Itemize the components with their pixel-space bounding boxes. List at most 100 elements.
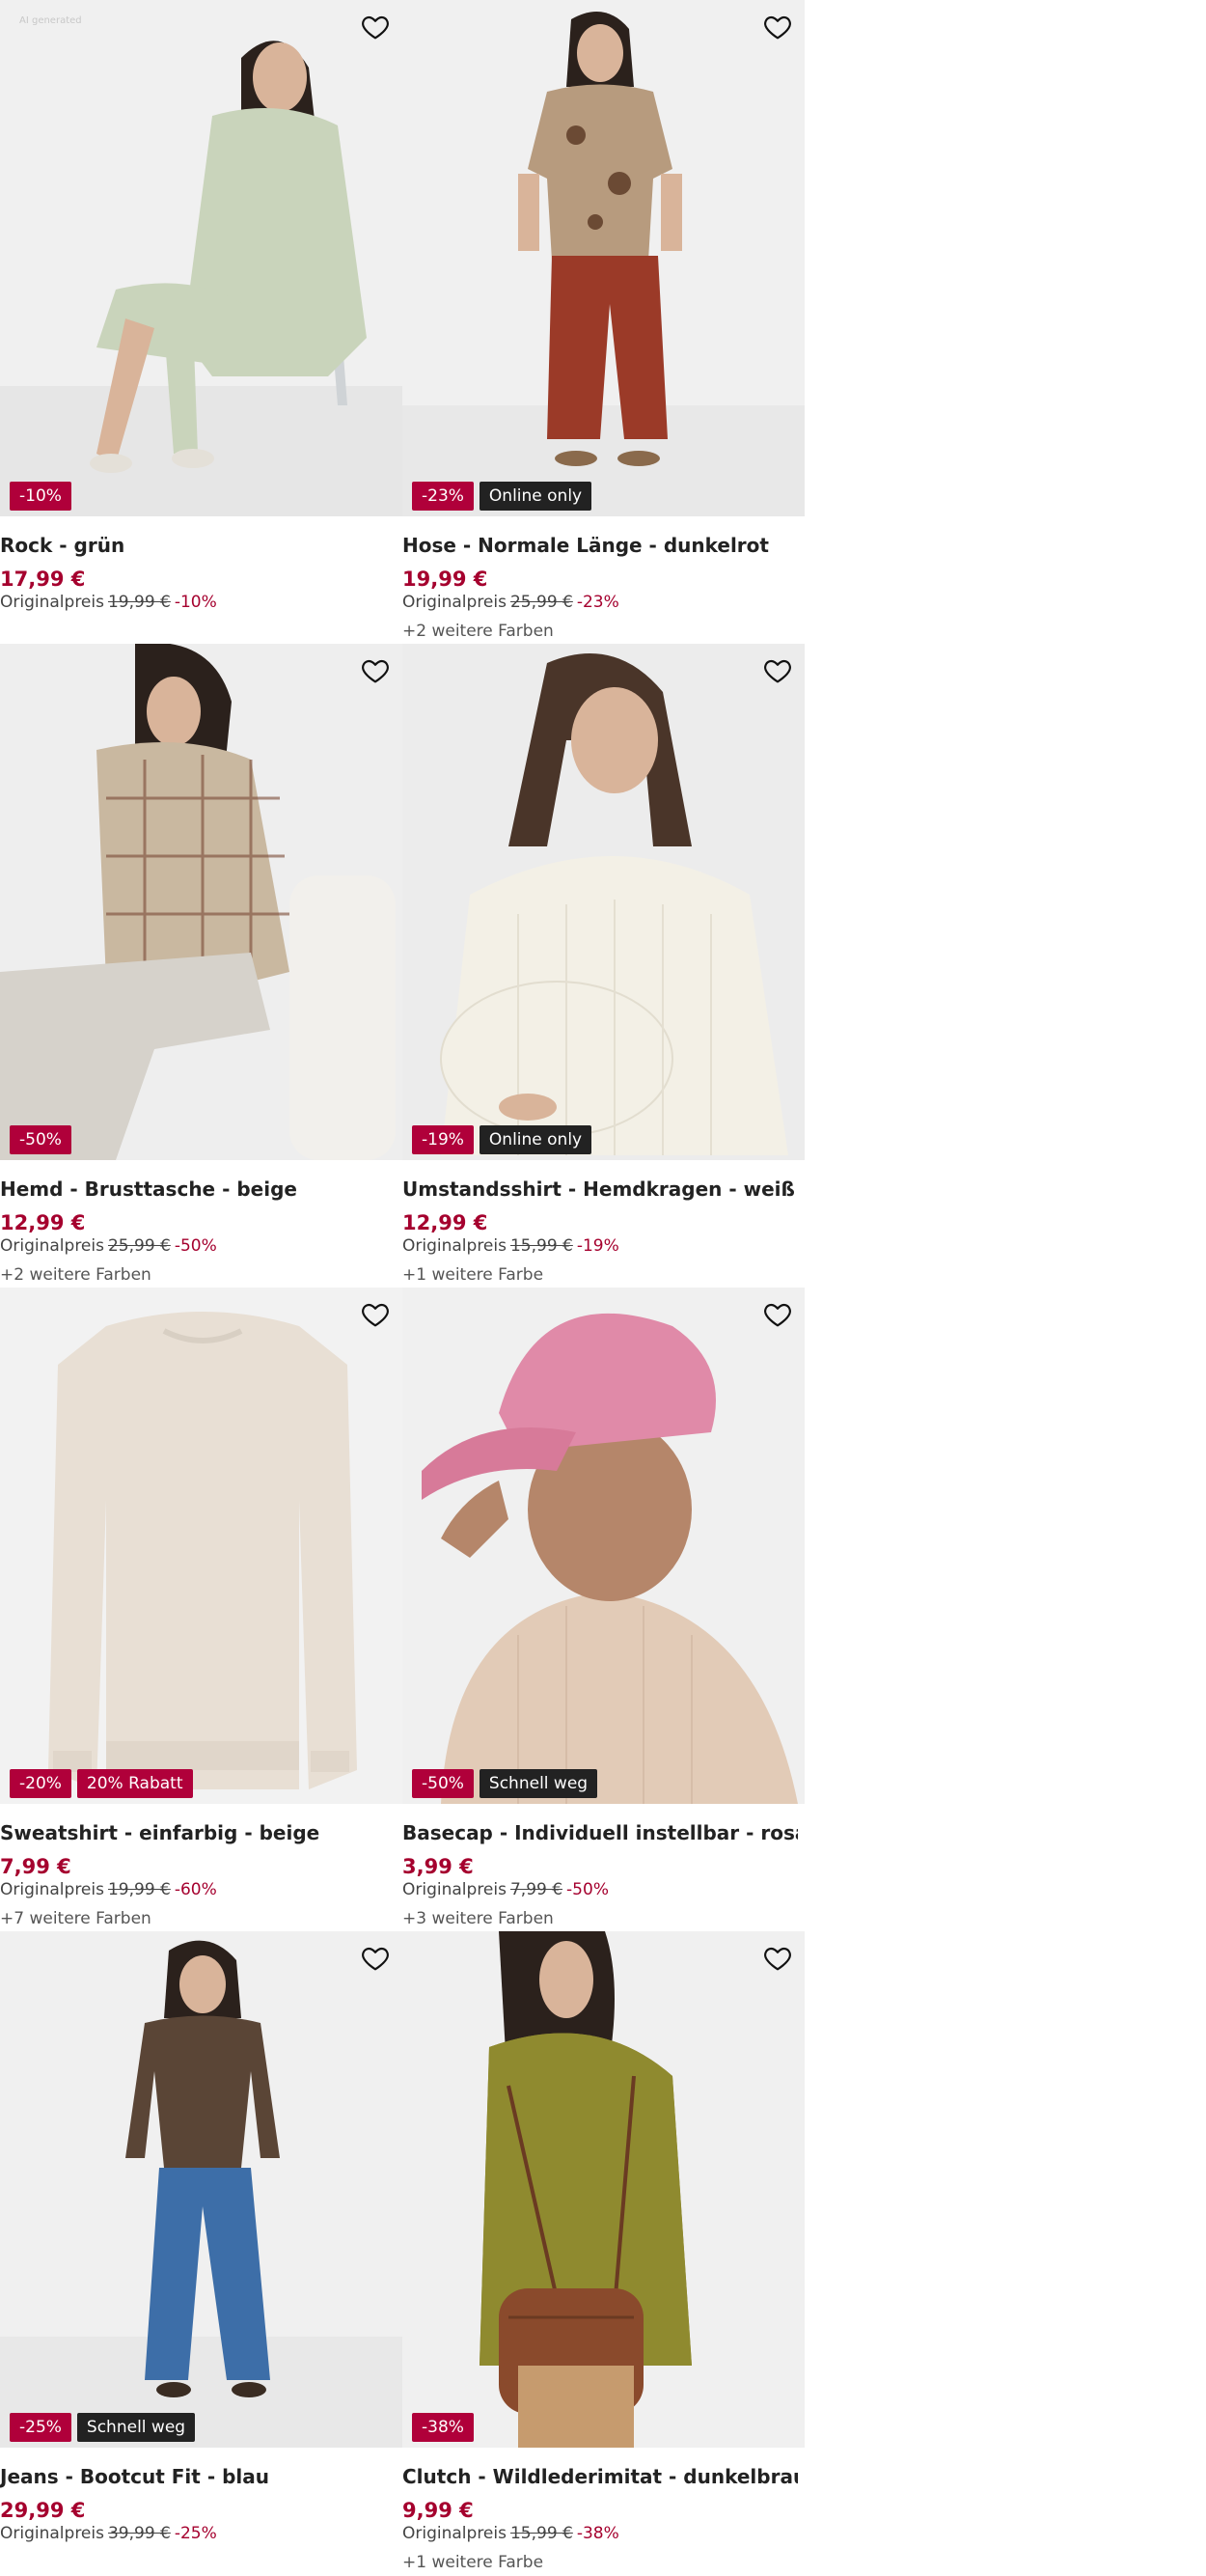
wishlist-heart-icon[interactable]	[760, 1941, 795, 1976]
promo-badge: 20% Rabatt	[76, 1769, 193, 1798]
wishlist-heart-icon[interactable]	[358, 1941, 393, 1976]
discount-percent: -60%	[174, 1880, 217, 1899]
more-colors-link[interactable]: +2 weitere Farben	[402, 622, 554, 641]
product-photo	[0, 1940, 402, 2448]
product-image[interactable]: AI generated -10%	[0, 0, 402, 516]
discount-percent: -38%	[576, 2524, 619, 2543]
product-card[interactable]: -50% Hemd - Brusttasche - beige 12,99 € Ori…	[0, 644, 402, 1288]
discount-badge: -50%	[412, 1769, 474, 1798]
original-price-line: Originalpreis 15,99 € -38%	[402, 2524, 619, 2543]
product-card[interactable]: -50% Schnell weg Basecap - Individuell ins…	[402, 1288, 805, 1931]
badge-row: -10%	[10, 482, 71, 511]
info-badge: Online only	[479, 1125, 592, 1154]
product-price: 12,99 €	[0, 1211, 86, 1234]
original-price-value: 7,99 €	[509, 1880, 563, 1899]
original-price-line: Originalpreis 7,99 € -50%	[402, 1880, 609, 1899]
original-price-value: 25,99 €	[509, 593, 573, 612]
discount-percent: -25%	[174, 2524, 217, 2543]
original-price-label: Originalpreis	[402, 593, 507, 612]
wishlist-heart-icon[interactable]	[760, 1297, 795, 1332]
original-price-line: Originalpreis 15,99 € -19%	[402, 1236, 619, 1256]
product-price: 12,99 €	[402, 1211, 488, 1234]
badge-row: -50%	[10, 1125, 71, 1154]
product-title[interactable]: Sweatshirt - einfarbig - beige	[0, 1821, 396, 1844]
more-colors-link[interactable]: +7 weitere Farben	[0, 1909, 151, 1928]
badge-row: -20% 20% Rabatt	[10, 1769, 193, 1798]
product-card[interactable]: AI generated -10% Rock - grün 17,99 € Origin…	[0, 0, 402, 644]
discount-badge: -38%	[412, 2413, 474, 2442]
info-badge: Schnell weg	[479, 1769, 598, 1798]
product-image[interactable]: -20% 20% Rabatt	[0, 1288, 402, 1804]
badge-row: -23% Online only	[412, 482, 592, 511]
product-price: 3,99 €	[402, 1855, 474, 1878]
discount-percent: -19%	[576, 1236, 619, 1256]
product-photo	[422, 1313, 798, 1804]
discount-badge: -19%	[412, 1125, 474, 1154]
badge-row: -19% Online only	[412, 1125, 592, 1154]
product-image[interactable]: -19% Online only	[402, 644, 805, 1160]
product-photo	[48, 1312, 357, 1789]
original-price-line: Originalpreis 39,99 € -25%	[0, 2524, 217, 2543]
product-card[interactable]: -25% Schnell weg Jeans - Bootcut Fit - bla…	[0, 1931, 402, 2575]
discount-badge: -10%	[10, 482, 71, 511]
product-title[interactable]: Hose - Normale Länge - dunkelrot	[402, 534, 798, 557]
wishlist-heart-icon[interactable]	[760, 653, 795, 688]
discount-badge: -20%	[10, 1769, 71, 1798]
badge-row: -38%	[412, 2413, 474, 2442]
product-price: 29,99 €	[0, 2499, 86, 2522]
original-price-value: 15,99 €	[509, 2524, 573, 2543]
discount-percent: -50%	[174, 1236, 217, 1256]
badge-row: -25% Schnell weg	[10, 2413, 196, 2442]
original-price-line: Originalpreis 25,99 € -50%	[0, 1236, 217, 1256]
wishlist-heart-icon[interactable]	[358, 1297, 393, 1332]
original-price-line: Originalpreis 25,99 € -23%	[402, 593, 619, 612]
product-price: 7,99 €	[0, 1855, 71, 1878]
product-image[interactable]: -50% Schnell weg	[402, 1288, 805, 1804]
discount-badge: -50%	[10, 1125, 71, 1154]
product-price: 19,99 €	[402, 568, 488, 591]
product-photo	[0, 41, 402, 516]
wishlist-heart-icon[interactable]	[760, 10, 795, 44]
original-price-label: Originalpreis	[0, 2524, 104, 2543]
product-title[interactable]: Basecap - Individuell instellbar - rosa	[402, 1821, 798, 1844]
discount-percent: -50%	[566, 1880, 609, 1899]
product-title[interactable]: Hemd - Brusttasche - beige	[0, 1177, 396, 1201]
original-price-label: Originalpreis	[0, 1880, 104, 1899]
product-title[interactable]: Jeans - Bootcut Fit - blau	[0, 2465, 396, 2488]
product-card[interactable]: -20% 20% Rabatt Sweatshirt - einfarbig - b…	[0, 1288, 402, 1931]
original-price-label: Originalpreis	[402, 1880, 507, 1899]
original-price-label: Originalpreis	[0, 1236, 104, 1256]
original-price-label: Originalpreis	[402, 1236, 507, 1256]
product-image[interactable]: -38%	[402, 1931, 805, 2448]
discount-badge: -25%	[10, 2413, 71, 2442]
discount-percent: -10%	[174, 593, 217, 612]
product-title[interactable]: Umstandsshirt - Hemdkragen - weiß	[402, 1177, 798, 1201]
product-image[interactable]: -50%	[0, 644, 402, 1160]
info-badge: Schnell weg	[76, 2413, 196, 2442]
product-card[interactable]: -19% Online only Umstandsshirt - Hemdkrage…	[402, 644, 805, 1288]
more-colors-link[interactable]: +1 weitere Farbe	[402, 2553, 543, 2572]
product-title[interactable]: Clutch - Wildlederimitat - dunkelbraun	[402, 2465, 798, 2488]
product-price: 9,99 €	[402, 2499, 474, 2522]
product-image[interactable]: -23% Online only	[402, 0, 805, 516]
original-price-value: 25,99 €	[107, 1236, 171, 1256]
product-photo	[480, 1931, 692, 2448]
more-colors-link[interactable]: +3 weitere Farben	[402, 1909, 554, 1928]
product-title[interactable]: Rock - grün	[0, 534, 396, 557]
badge-row: -50% Schnell weg	[412, 1769, 598, 1798]
original-price-value: 19,99 €	[107, 593, 171, 612]
ai-generated-watermark: AI generated	[19, 15, 82, 26]
original-price-label: Originalpreis	[402, 2524, 507, 2543]
product-photo	[402, 12, 805, 516]
discount-percent: -23%	[576, 593, 619, 612]
product-card[interactable]: -38% Clutch - Wildlederimitat - dunkelbra…	[402, 1931, 805, 2575]
more-colors-link[interactable]: +1 weitere Farbe	[402, 1265, 543, 1285]
original-price-line: Originalpreis 19,99 € -60%	[0, 1880, 217, 1899]
wishlist-heart-icon[interactable]	[358, 10, 393, 44]
product-card[interactable]: -23% Online only Hose - Normale Länge - du…	[402, 0, 805, 644]
product-image[interactable]: -25% Schnell weg	[0, 1931, 402, 2448]
wishlist-heart-icon[interactable]	[358, 653, 393, 688]
more-colors-link[interactable]: +2 weitere Farben	[0, 1265, 151, 1285]
original-price-value: 39,99 €	[107, 2524, 171, 2543]
original-price-value: 19,99 €	[107, 1880, 171, 1899]
